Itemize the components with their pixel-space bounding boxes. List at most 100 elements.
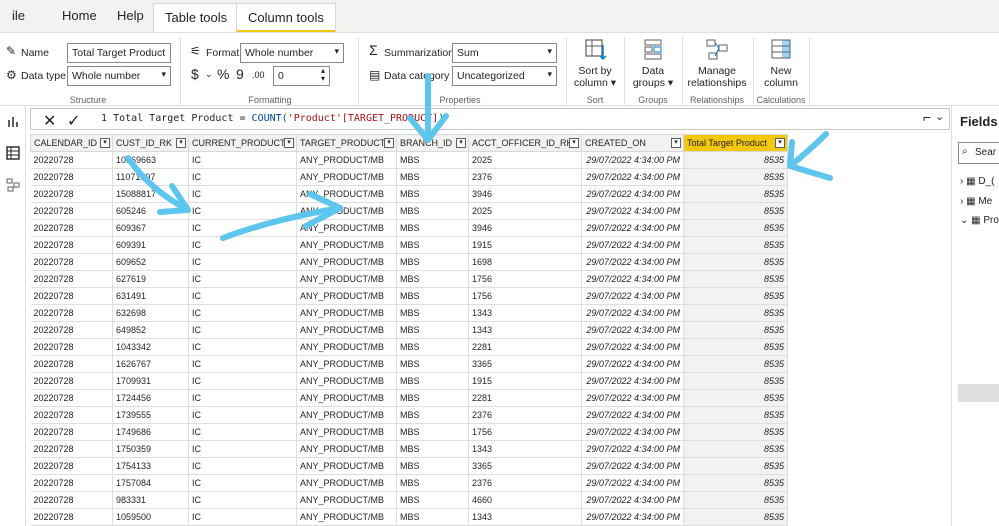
field-table-item[interactable]: ⌄ ▦ Pro <box>960 215 999 226</box>
comma-button[interactable]: 9 <box>236 66 244 82</box>
table-cell[interactable]: 1043342 <box>112 338 189 356</box>
table-cell[interactable]: 29/07/2022 4:34:00 PM <box>581 168 684 186</box>
field-table-item[interactable]: › ▦ Me <box>960 196 992 207</box>
decimal-adjust-icon[interactable]: .00 <box>252 69 265 81</box>
data-groups-button[interactable]: Data groups ▾ <box>629 37 677 89</box>
table-cell[interactable]: 15088817 <box>112 185 189 203</box>
table-cell[interactable]: 1915 <box>468 372 582 390</box>
table-cell[interactable]: IC <box>188 491 297 509</box>
table-cell[interactable]: 29/07/2022 4:34:00 PM <box>581 389 684 407</box>
table-cell[interactable]: ANY_PRODUCT/MB <box>296 287 397 305</box>
table-cell[interactable]: ANY_PRODUCT/MB <box>296 338 397 356</box>
table-cell[interactable]: 649852 <box>112 321 189 339</box>
table-cell[interactable]: 29/07/2022 4:34:00 PM <box>581 253 684 271</box>
table-cell[interactable]: 8535 <box>683 474 788 492</box>
table-cell[interactable]: ANY_PRODUCT/MB <box>296 423 397 441</box>
table-cell[interactable]: 1750359 <box>112 440 189 458</box>
table-cell[interactable]: 20220728 <box>30 474 113 492</box>
field-table-item[interactable]: › ▦ D_( <box>960 176 994 187</box>
sort-by-column-button[interactable]: Sort by column ▾ <box>571 37 619 89</box>
table-cell[interactable]: ANY_PRODUCT/MB <box>296 440 397 458</box>
table-cell[interactable]: 1749686 <box>112 423 189 441</box>
filter-dropdown-icon[interactable]: ▾ <box>775 138 785 148</box>
column-header[interactable]: BRANCH_ID ▾ <box>396 134 469 152</box>
table-cell[interactable]: 29/07/2022 4:34:00 PM <box>581 474 684 492</box>
table-cell[interactable]: ANY_PRODUCT/MB <box>296 406 397 424</box>
table-cell[interactable]: 29/07/2022 4:34:00 PM <box>581 338 684 356</box>
percent-button[interactable]: % <box>217 66 229 82</box>
table-cell[interactable]: 8535 <box>683 321 788 339</box>
table-cell[interactable]: MBS <box>396 185 469 203</box>
table-cell[interactable]: MBS <box>396 457 469 475</box>
table-cell[interactable]: 983331 <box>112 491 189 509</box>
table-cell[interactable]: 2376 <box>468 474 582 492</box>
column-header[interactable]: CUST_ID_RK ▾ <box>112 134 189 152</box>
table-cell[interactable]: 20220728 <box>30 457 113 475</box>
table-cell[interactable]: 1754133 <box>112 457 189 475</box>
table-cell[interactable]: IC <box>188 508 297 526</box>
expand-formula-icon[interactable]: ⌐ <box>923 109 931 125</box>
table-cell[interactable]: 3365 <box>468 457 582 475</box>
table-cell[interactable]: 29/07/2022 4:34:00 PM <box>581 236 684 254</box>
table-cell[interactable]: 20220728 <box>30 202 113 220</box>
table-cell[interactable]: 1739555 <box>112 406 189 424</box>
table-cell[interactable]: IC <box>188 355 297 373</box>
table-cell[interactable]: 11071397 <box>112 168 189 186</box>
table-cell[interactable]: 20220728 <box>30 304 113 322</box>
column-header[interactable]: ACCT_OFFICER_ID_RK ▾ <box>468 134 582 152</box>
table-cell[interactable]: 20220728 <box>30 270 113 288</box>
table-cell[interactable]: ANY_PRODUCT/MB <box>296 219 397 237</box>
table-cell[interactable]: 10869663 <box>112 151 189 169</box>
table-cell[interactable]: 29/07/2022 4:34:00 PM <box>581 406 684 424</box>
table-cell[interactable]: 8535 <box>683 270 788 288</box>
table-cell[interactable]: 2025 <box>468 151 582 169</box>
table-cell[interactable]: 20220728 <box>30 372 113 390</box>
table-cell[interactable]: 2281 <box>468 338 582 356</box>
table-cell[interactable]: 8535 <box>683 304 788 322</box>
table-cell[interactable]: 631491 <box>112 287 189 305</box>
table-cell[interactable]: 8535 <box>683 491 788 509</box>
currency-button[interactable]: $ <box>191 66 199 82</box>
table-cell[interactable]: IC <box>188 474 297 492</box>
column-header[interactable]: CALENDAR_ID ▾ <box>30 134 113 152</box>
tab-table-tools[interactable]: Table tools <box>153 3 240 32</box>
table-cell[interactable]: IC <box>188 219 297 237</box>
table-cell[interactable]: 20220728 <box>30 253 113 271</box>
table-cell[interactable]: 1698 <box>468 253 582 271</box>
table-cell[interactable]: 609652 <box>112 253 189 271</box>
filter-dropdown-icon[interactable]: ▾ <box>456 138 466 148</box>
table-cell[interactable]: 8535 <box>683 338 788 356</box>
report-view-icon[interactable] <box>6 114 20 128</box>
table-cell[interactable]: MBS <box>396 423 469 441</box>
table-cell[interactable]: 1724456 <box>112 389 189 407</box>
table-cell[interactable]: MBS <box>396 440 469 458</box>
table-cell[interactable]: ANY_PRODUCT/MB <box>296 474 397 492</box>
table-cell[interactable]: 1059500 <box>112 508 189 526</box>
table-cell[interactable]: 29/07/2022 4:34:00 PM <box>581 219 684 237</box>
table-cell[interactable]: ANY_PRODUCT/MB <box>296 372 397 390</box>
filter-dropdown-icon[interactable]: ▾ <box>176 138 186 148</box>
table-cell[interactable]: IC <box>188 321 297 339</box>
table-cell[interactable]: 8535 <box>683 457 788 475</box>
model-view-icon[interactable] <box>6 178 20 192</box>
spinner-icon[interactable]: ▴ ▾ <box>321 67 325 83</box>
table-cell[interactable]: IC <box>188 440 297 458</box>
tab-help[interactable]: Help <box>117 8 144 23</box>
column-header[interactable]: CURRENT_PRODUCT ▾ <box>188 134 297 152</box>
formula-text[interactable]: 1 Total Target Product = COUNT('Product'… <box>101 113 444 124</box>
table-cell[interactable]: 1343 <box>468 321 582 339</box>
table-cell[interactable]: 3946 <box>468 185 582 203</box>
table-cell[interactable]: 1343 <box>468 440 582 458</box>
filter-dropdown-icon[interactable]: ▾ <box>284 138 294 148</box>
filter-dropdown-icon[interactable]: ▾ <box>569 138 579 148</box>
table-cell[interactable]: ANY_PRODUCT/MB <box>296 389 397 407</box>
table-cell[interactable]: 8535 <box>683 287 788 305</box>
filter-dropdown-icon[interactable]: ▾ <box>384 138 394 148</box>
fields-search-input[interactable]: ⌕ Sear <box>958 142 999 164</box>
table-cell[interactable]: MBS <box>396 474 469 492</box>
column-header[interactable]: TARGET_PRODUCT ▾ <box>296 134 397 152</box>
table-cell[interactable]: 2376 <box>468 406 582 424</box>
table-cell[interactable]: ANY_PRODUCT/MB <box>296 491 397 509</box>
table-cell[interactable]: 20220728 <box>30 219 113 237</box>
table-cell[interactable]: 609391 <box>112 236 189 254</box>
